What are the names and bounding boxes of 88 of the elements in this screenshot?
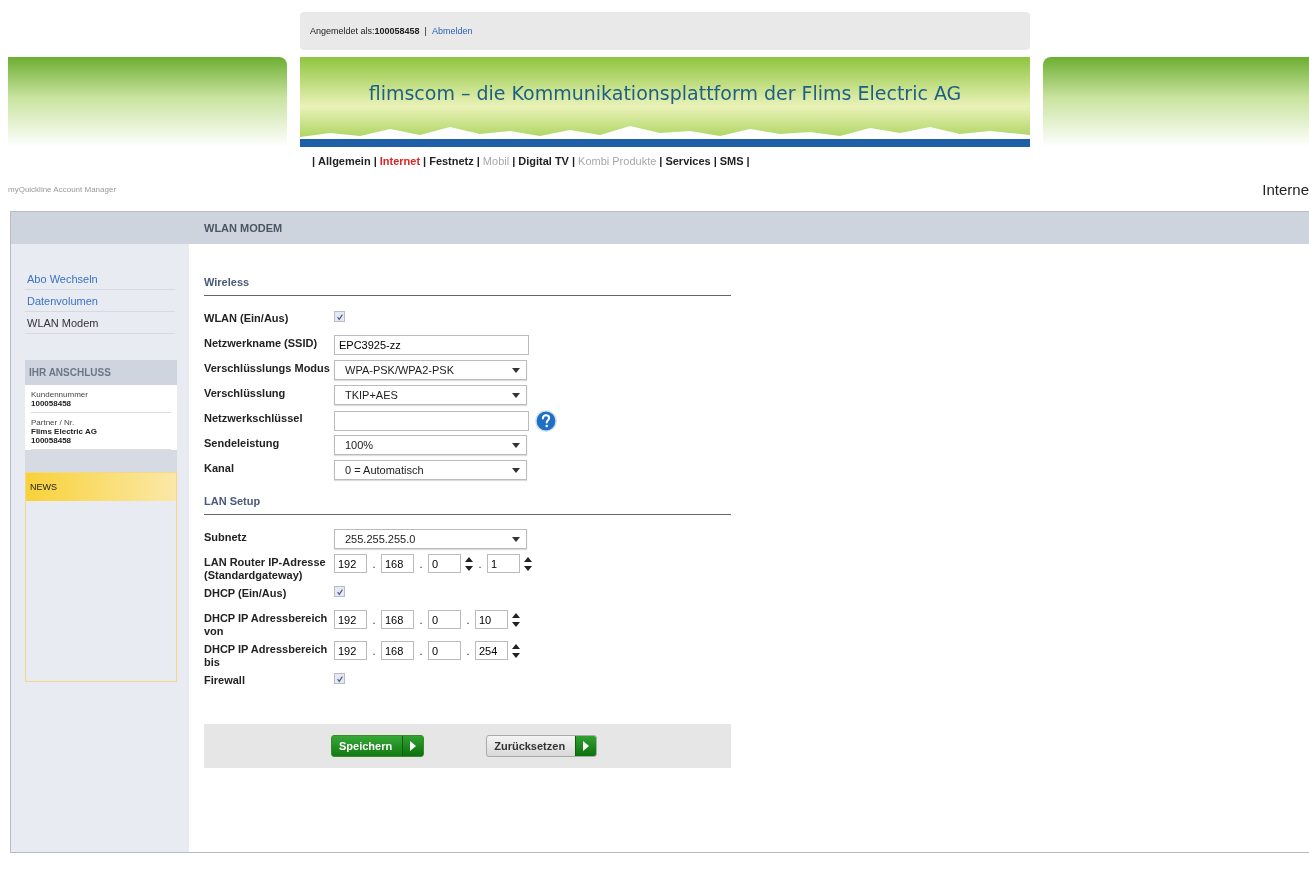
- separator-text: .: [465, 644, 471, 657]
- nav-link[interactable]: Festnetz: [429, 155, 474, 167]
- separator-text: .: [465, 613, 471, 626]
- nav-link[interactable]: Allgemein: [318, 155, 371, 167]
- separator-text: |: [423, 155, 427, 167]
- separator-text: |: [571, 155, 576, 167]
- number-field[interactable]: 192: [334, 554, 367, 573]
- dropdown[interactable]: 255.255.255.0: [334, 529, 527, 549]
- caret-icon: [512, 392, 520, 398]
- entry-label: Kundennummer: [31, 390, 89, 399]
- nav-link[interactable]: Digital TV: [518, 155, 569, 167]
- spinner-icon[interactable]: [524, 556, 532, 571]
- caret-icon: [512, 442, 520, 448]
- separator-text: .: [418, 613, 424, 626]
- nav-link[interactable]: Services: [665, 155, 711, 167]
- separator-text: |: [713, 155, 717, 167]
- field-label: Netzwerkname (SSID): [204, 336, 319, 350]
- separator-text: .: [371, 613, 377, 626]
- spinner-icon[interactable]: [512, 643, 520, 658]
- help-icon[interactable]: [535, 410, 557, 432]
- input-field[interactable]: [334, 411, 529, 431]
- sidebar-item[interactable]: Abo Wechseln: [25, 268, 175, 290]
- play-arrow-icon: [410, 741, 417, 751]
- entry-value: 100058458: [31, 399, 73, 408]
- panel-title: WLAN MODEM: [203, 222, 283, 234]
- entry-value: 100058458: [31, 436, 73, 445]
- nav-link[interactable]: Internet: [379, 155, 421, 167]
- field-label: Firewall: [204, 673, 246, 687]
- banner-title: flimscom – die Kommunikationsplattform der Flims Electric AG: [367, 81, 963, 106]
- login-status: Angemeldet als:100058458: [310, 26, 420, 36]
- dropdown[interactable]: WPA-PSK/WPA2-PSK: [334, 360, 527, 380]
- dropdown[interactable]: 100%: [334, 435, 527, 455]
- field-label: Subnetz: [204, 530, 248, 544]
- spinner-icon[interactable]: [512, 612, 520, 627]
- field-label: DHCP IP Adressbereich bis: [204, 642, 329, 669]
- separator-text: .: [371, 557, 377, 570]
- entry-value: Flims Electric AG: [31, 427, 98, 436]
- number-field[interactable]: 168: [381, 554, 414, 573]
- number-field[interactable]: 168: [381, 641, 414, 660]
- caret-icon: [512, 367, 520, 373]
- sidebar-item[interactable]: WLAN Modem: [25, 312, 175, 334]
- dropdown[interactable]: 0 = Automatisch: [334, 460, 527, 480]
- separator-text: .: [418, 557, 424, 570]
- news-title: NEWS: [26, 473, 176, 501]
- separator-text: |: [312, 155, 316, 167]
- entry-label: Partner / Nr.: [31, 418, 76, 427]
- field-label: Kanal: [204, 461, 235, 475]
- separator-text: |: [424, 26, 427, 36]
- field-label: WLAN (Ein/Aus): [204, 311, 290, 325]
- field-label: Verschlüsslung: [204, 386, 287, 400]
- section-heading: Wireless: [204, 264, 731, 296]
- dropdown[interactable]: TKIP+AES: [334, 385, 527, 405]
- checkbox[interactable]: [334, 586, 345, 597]
- play-arrow-icon: [583, 741, 590, 751]
- field-label: Verschlüsslungs Modus: [204, 361, 330, 375]
- number-field[interactable]: 0: [428, 641, 461, 660]
- spinner-icon[interactable]: [465, 556, 473, 571]
- number-field[interactable]: 192: [334, 641, 367, 660]
- form-button[interactable]: Zurücksetzen: [486, 735, 598, 757]
- connection-title: IHR ANSCHLUSS: [25, 360, 177, 385]
- checkbox[interactable]: [334, 673, 345, 684]
- number-field[interactable]: 0: [428, 610, 461, 629]
- form-button[interactable]: Speichern: [331, 735, 425, 757]
- input-field[interactable]: EPC3925-zz: [334, 335, 529, 355]
- field-label: LAN Router IP-Adresse (Standardgateway): [204, 555, 327, 582]
- separator-text: |: [476, 155, 480, 167]
- separator-text: |: [512, 155, 516, 167]
- field-label: Netzwerkschlüssel: [204, 411, 304, 425]
- separator-text: .: [477, 557, 483, 570]
- separator-text: .: [418, 644, 424, 657]
- separator-text: |: [746, 155, 750, 167]
- number-field[interactable]: 168: [381, 610, 414, 629]
- separator-text: |: [659, 155, 663, 167]
- field-label: Sendeleistung: [204, 436, 281, 450]
- nav-link[interactable]: SMS: [719, 155, 744, 167]
- number-field[interactable]: 192: [334, 610, 367, 629]
- section-title: Interne: [1262, 181, 1309, 198]
- checkbox[interactable]: [334, 311, 345, 322]
- field-label: DHCP IP Adressbereich von: [204, 611, 329, 638]
- sidebar-item[interactable]: Datenvolumen: [25, 290, 175, 312]
- separator-text: .: [371, 644, 377, 657]
- caret-icon: [512, 536, 520, 542]
- section-heading: LAN Setup: [204, 483, 731, 515]
- field-label: DHCP (Ein/Aus): [204, 586, 288, 600]
- caret-icon: [512, 467, 520, 473]
- logout-link[interactable]: Abmelden: [431, 26, 473, 36]
- app-title: myQuickline Account Manager: [8, 185, 117, 194]
- separator-text: |: [373, 155, 377, 167]
